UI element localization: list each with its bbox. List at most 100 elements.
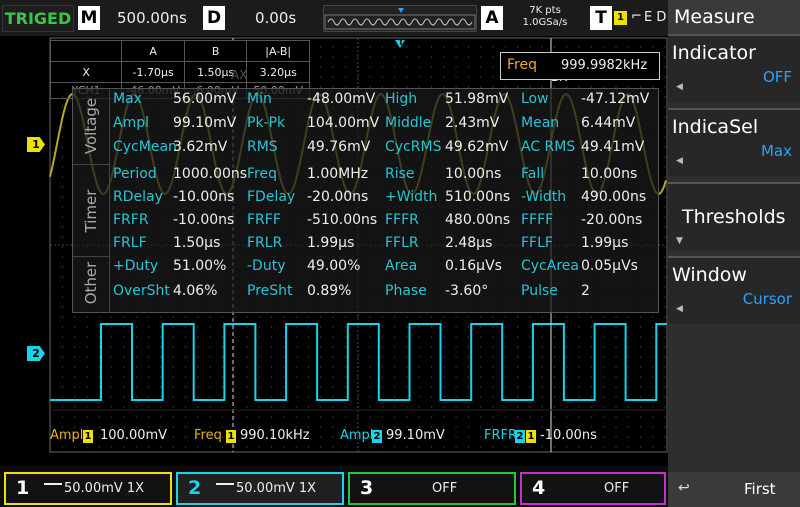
menu-page-label: First <box>744 480 776 498</box>
measure-value: 1.50μs <box>173 235 221 251</box>
measure-name: +Width <box>385 189 438 205</box>
channel-1-number: 1 <box>16 477 30 499</box>
channel-3-state: OFF <box>432 481 458 496</box>
measure-name: +Duty <box>113 258 159 274</box>
measure-name: CycRMS <box>385 139 442 155</box>
measure-name: Fall <box>521 166 545 182</box>
readout-4-value: -10.00ns <box>540 428 597 443</box>
measure-name: FRFF <box>247 212 281 228</box>
channel-4-state: OFF <box>604 481 630 496</box>
measure-name: Ampl <box>113 115 149 131</box>
measure-value: 49.41mV <box>581 139 645 155</box>
measure-value: 49.62mV <box>445 139 509 155</box>
measure-value: 1000.00ns <box>173 166 248 182</box>
down-arrow-icon: ▼ <box>676 236 683 246</box>
measure-value: -20.00ns <box>307 189 369 205</box>
measure-value: 0.89% <box>307 283 352 299</box>
measure-value: 2.48μs <box>445 235 493 251</box>
measure-menu: Measure Indicator OFF ◀ IndicaSel Max ◀ … <box>668 0 800 507</box>
category-other: Other <box>73 256 110 312</box>
trigger-tag[interactable]: T <box>590 6 612 30</box>
timebase-value[interactable]: 500.00ns <box>117 6 187 30</box>
left-arrow-icon: ◀ <box>676 82 683 92</box>
measure-name: High <box>385 91 418 107</box>
measure-name: CycMean <box>113 139 177 155</box>
frequency-counter: Freq 999.9982kHz <box>500 52 660 80</box>
readout-2-ch: 1 <box>226 430 236 443</box>
cursor-x-diff: 3.20μs <box>246 61 310 83</box>
left-arrow-icon: ◀ <box>676 304 683 314</box>
cursor-table: A B |A-B| X -1.70μs 1.50μs 3.20μs YCH1 -… <box>49 40 310 99</box>
measure-value: 3.62mV <box>173 139 228 155</box>
cursor-row-x: X -1.70μs 1.50μs 3.20μs <box>49 61 310 83</box>
category-other-label: Other <box>82 261 100 305</box>
channel-bar: 1 50.00mV 1X 2 50.00mV 1X 3 OFF 4 OFF <box>0 466 668 507</box>
measurement-panel: Voltage Timer Other Max 56.00mV Min -48.00m… <box>72 88 659 313</box>
cursor-table-header: A B |A-B| <box>49 40 310 62</box>
menu-item-thresholds[interactable]: Thresholds ▼ <box>668 182 800 250</box>
channel-1-button[interactable]: 1 50.00mV 1X <box>4 472 172 505</box>
readout-1-name: Ampl <box>50 428 84 443</box>
menu-item-indicator[interactable]: Indicator OFF ◀ <box>668 34 800 102</box>
measure-name: Pulse <box>521 283 558 299</box>
measure-value: -3.60° <box>445 283 489 299</box>
measure-name: FFLF <box>521 235 553 251</box>
measure-value: 10.00ns <box>581 166 638 182</box>
measure-name: Mean <box>521 115 560 131</box>
measure-value: 6.44mV <box>581 115 636 131</box>
measure-value: -47.12mV <box>581 91 650 107</box>
measure-name: FRLR <box>247 235 283 251</box>
measure-value: 490.00ns <box>581 189 647 205</box>
menu-item-indicasel[interactable]: IndicaSel Max ◀ <box>668 108 800 176</box>
measurement-grid: Max 56.00mV Min -48.00mV High 51.98mV Low -47.1… <box>111 89 657 312</box>
measure-value: 1.99μs <box>307 235 355 251</box>
readout-3-value: 99.10mV <box>386 428 445 443</box>
menu-title: Measure <box>668 0 800 34</box>
cursor-row-x-label: X <box>49 61 123 83</box>
channel-2-button[interactable]: 2 50.00mV 1X <box>176 472 344 505</box>
cursor-header-b: B <box>183 40 248 62</box>
category-timer-label: Timer <box>82 189 100 233</box>
measure-name: PreSht <box>247 283 293 299</box>
left-arrow-icon: ◀ <box>676 156 683 166</box>
acquire-tag[interactable]: A <box>481 6 503 30</box>
menu-page-button[interactable]: ↩ First <box>668 472 800 507</box>
measure-name: RDelay <box>113 189 163 205</box>
measure-name: AC RMS <box>521 139 576 155</box>
measure-name: -Width <box>521 189 567 205</box>
memory-depth: 7K pts <box>529 5 561 16</box>
menu-item-window[interactable]: Window Cursor ◀ <box>668 256 800 324</box>
trigger-status: TRIGED <box>2 5 74 32</box>
readout-2-value: 990.10kHz <box>240 428 310 443</box>
menu-item-thresholds-label: Thresholds <box>682 206 786 228</box>
measure-value: 56.00mV <box>173 91 237 107</box>
channel-4-button[interactable]: 4 OFF <box>520 472 666 505</box>
measure-name: Rise <box>385 166 415 182</box>
readout-3-ch: 2 <box>372 430 382 443</box>
measure-name: -Duty <box>247 258 286 274</box>
timebase-tag[interactable]: M <box>78 6 100 30</box>
channel-2-number: 2 <box>188 477 202 499</box>
measure-name: CycArea <box>521 258 579 274</box>
measure-value: 2 <box>581 283 590 299</box>
waveform-overview[interactable] <box>323 5 477 32</box>
channel-3-button[interactable]: 3 OFF <box>348 472 516 505</box>
cursor-x-a: -1.70μs <box>121 61 185 83</box>
measure-name: OverSht <box>113 283 170 299</box>
measure-value: 49.00% <box>307 258 361 274</box>
measure-value: 510.00ns <box>445 189 511 205</box>
measure-value: 51.00% <box>173 258 227 274</box>
menu-item-window-label: Window <box>672 264 747 286</box>
dc-coupling-icon <box>44 483 62 494</box>
delay-value[interactable]: 0.00s <box>255 6 296 30</box>
readout-3-name: Ampl <box>340 428 374 443</box>
trigger-source-badge: 1 <box>614 11 627 25</box>
delay-tag[interactable]: D <box>203 6 225 30</box>
measure-name: FRLF <box>113 235 147 251</box>
menu-item-window-value: Cursor <box>742 290 792 308</box>
measure-name: Pk-Pk <box>247 115 286 131</box>
dc-coupling-icon <box>216 483 234 494</box>
measure-value: -10.00ns <box>173 212 235 228</box>
category-timer: Timer <box>73 164 110 257</box>
channel-4-number: 4 <box>532 477 546 499</box>
